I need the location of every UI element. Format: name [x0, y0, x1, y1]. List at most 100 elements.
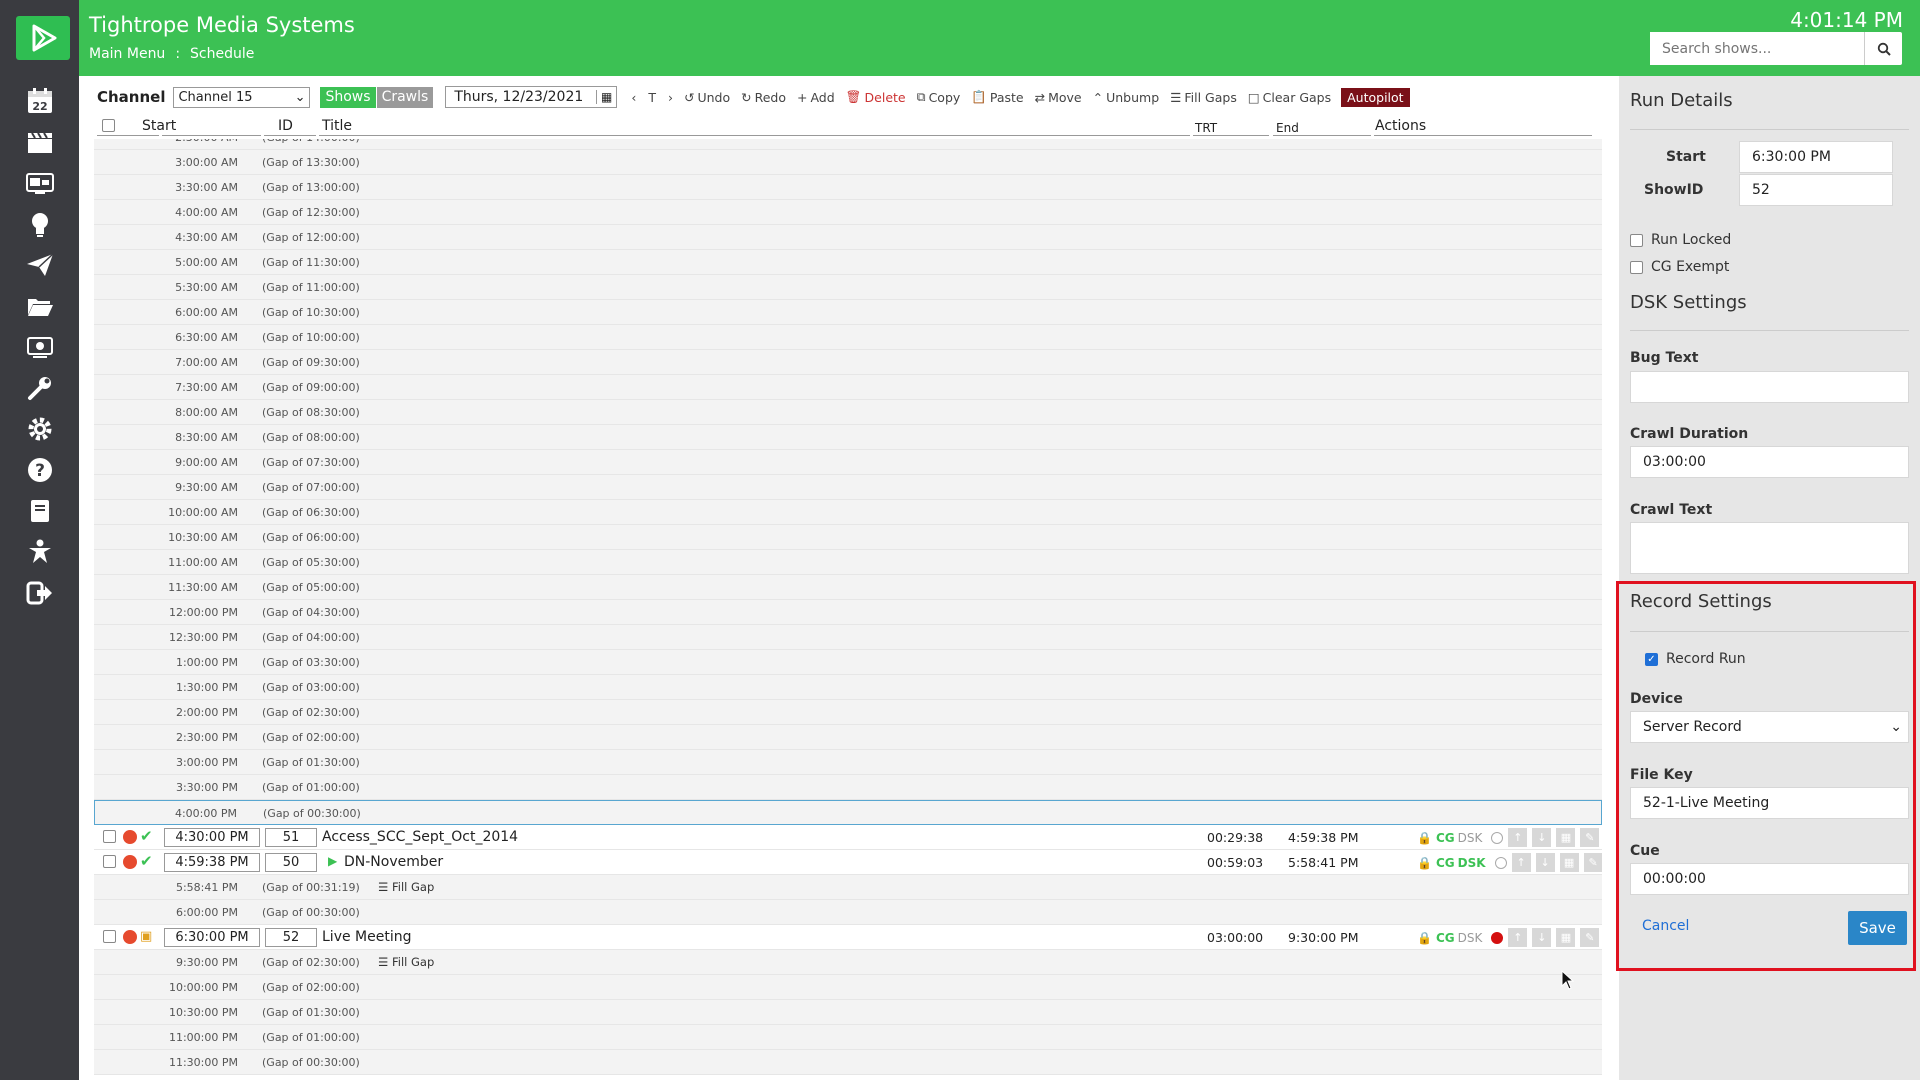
select-all-checkbox[interactable]	[102, 119, 115, 132]
fill-gaps-button[interactable]: ☰ Fill Gaps	[1170, 90, 1237, 105]
gap-row[interactable]: 9:00:00 AM (Gap of 07:30:00)	[94, 450, 1602, 475]
lock-icon[interactable]: 🔒	[1417, 931, 1432, 945]
wrench-icon[interactable]	[0, 367, 79, 408]
shows-toggle[interactable]: Shows	[320, 86, 376, 108]
gap-row[interactable]: 3:30:00 AM (Gap of 13:00:00)	[94, 175, 1602, 200]
gap-row[interactable]: 10:00:00 PM (Gap of 02:00:00)	[94, 975, 1602, 1000]
gap-row[interactable]: 11:00:00 PM (Gap of 01:00:00)	[94, 1025, 1602, 1050]
record-dot-icon[interactable]	[123, 930, 137, 944]
cg-exempt-checkbox[interactable]	[1630, 260, 1643, 274]
show-title[interactable]: DN-November	[344, 854, 443, 870]
show-start-input[interactable]: 4:59:38 PM	[164, 853, 260, 872]
cg-toggle[interactable]: CG	[1436, 831, 1455, 845]
breadcrumb-schedule[interactable]: Schedule	[190, 46, 254, 62]
gap-row[interactable]: 1:30:00 PM (Gap of 03:00:00)	[94, 675, 1602, 700]
cg-exempt-check[interactable]: CG Exempt	[1630, 259, 1729, 275]
gap-row[interactable]: 11:00:00 AM (Gap of 05:30:00)	[94, 550, 1602, 575]
monitor-play-icon[interactable]	[0, 326, 79, 367]
col-trt[interactable]: TRT	[1195, 121, 1217, 135]
run-locked-check[interactable]: Run Locked	[1630, 232, 1731, 248]
dsk-toggle[interactable]: DSK	[1458, 856, 1486, 870]
book-icon[interactable]	[0, 490, 79, 531]
col-end[interactable]: End	[1276, 121, 1299, 135]
copy-button[interactable]: ⧉ Copy	[917, 89, 961, 105]
paste-button[interactable]: 📋 Paste	[971, 89, 1023, 105]
gap-row[interactable]: 6:30:00 AM (Gap of 10:00:00)	[94, 325, 1602, 350]
delete-row-icon[interactable]: ▦	[1556, 928, 1576, 947]
fill-gap-button[interactable]: ☰ Fill Gap	[378, 880, 434, 894]
gap-row[interactable]: 2:30:00 PM (Gap of 02:00:00)	[94, 725, 1602, 750]
row-checkbox[interactable]	[103, 830, 116, 843]
delete-row-icon[interactable]: ▦	[1559, 853, 1579, 872]
gap-row[interactable]: 10:00:00 AM (Gap of 06:30:00)	[94, 500, 1602, 525]
file-key-input[interactable]: 52-1-Live Meeting	[1630, 787, 1909, 819]
gap-row[interactable]: 3:30:00 PM (Gap of 01:00:00)	[94, 775, 1602, 800]
move-button[interactable]: ⇄ Move	[1035, 90, 1082, 105]
dsk-toggle[interactable]: DSK	[1458, 831, 1483, 845]
lock-icon[interactable]: 🔒	[1417, 856, 1432, 870]
gap-row[interactable]: 8:00:00 AM (Gap of 08:30:00)	[94, 400, 1602, 425]
bulb-icon[interactable]	[0, 203, 79, 244]
gap-row[interactable]: 12:30:00 PM (Gap of 04:00:00)	[94, 625, 1602, 650]
gap-row[interactable]: 2:00:00 PM (Gap of 02:30:00)	[94, 700, 1602, 725]
row-checkbox[interactable]	[103, 855, 116, 868]
move-up-icon[interactable]: ↑	[1508, 828, 1528, 847]
record-toggle-icon[interactable]	[1491, 931, 1504, 944]
gap-row[interactable]: 10:30:00 AM (Gap of 06:00:00)	[94, 525, 1602, 550]
search-button[interactable]	[1864, 32, 1902, 65]
show-id-input[interactable]: 52	[265, 928, 317, 947]
gap-row[interactable]: 2:30:00 AM (Gap of 14:00:00)	[94, 139, 1602, 150]
fill-gap-button[interactable]: ☰ Fill Gap	[378, 955, 434, 969]
gap-row[interactable]: 10:30:00 PM (Gap of 01:30:00)	[94, 1000, 1602, 1025]
record-dot-icon[interactable]	[123, 830, 137, 844]
col-id[interactable]: ID	[278, 118, 293, 134]
gap-row[interactable]: 4:00:00 PM (Gap of 00:30:00)	[94, 800, 1602, 825]
gap-row[interactable]: 12:00:00 PM (Gap of 04:30:00)	[94, 600, 1602, 625]
gap-row[interactable]: 11:30:00 AM (Gap of 05:00:00)	[94, 575, 1602, 600]
show-row[interactable]: ▣ 6:30:00 PM 52 Live Meeting 03:00:00 9:…	[94, 925, 1602, 950]
gap-row[interactable]: 6:00:00 AM (Gap of 10:30:00)	[94, 300, 1602, 325]
col-title[interactable]: Title	[322, 118, 352, 134]
move-up-icon[interactable]: ↑	[1511, 853, 1531, 872]
device-select[interactable]: Server Record ⌄	[1630, 711, 1909, 743]
row-checkbox[interactable]	[103, 930, 116, 943]
logout-icon[interactable]	[0, 572, 79, 613]
show-row[interactable]: ✔ 4:59:38 PM 50 ▶ DN-November 00:59:03 5…	[94, 850, 1602, 875]
move-down-icon[interactable]: ↓	[1532, 828, 1552, 847]
folder-icon[interactable]	[0, 285, 79, 326]
dsk-toggle[interactable]: DSK	[1458, 931, 1483, 945]
show-title[interactable]: Access_SCC_Sept_Oct_2014	[322, 829, 518, 845]
gap-row[interactable]: 3:00:00 AM (Gap of 13:30:00)	[94, 150, 1602, 175]
help-icon[interactable]: ?	[0, 449, 79, 490]
move-down-icon[interactable]: ↓	[1535, 853, 1555, 872]
save-button[interactable]: Save	[1848, 911, 1907, 945]
calendar-small-icon[interactable]: ▦	[595, 90, 616, 104]
lock-icon[interactable]: 🔒	[1417, 831, 1432, 845]
cancel-button[interactable]: Cancel	[1642, 918, 1689, 934]
show-id-input[interactable]: 50	[265, 853, 317, 872]
show-id-input[interactable]: 51	[265, 828, 317, 847]
gap-row[interactable]: 4:00:00 AM (Gap of 12:30:00)	[94, 200, 1602, 225]
gap-row[interactable]: 4:30:00 AM (Gap of 12:00:00)	[94, 225, 1602, 250]
crawls-toggle[interactable]: Crawls	[376, 86, 434, 108]
record-run-check[interactable]: ✓ Record Run	[1645, 651, 1746, 667]
col-start[interactable]: Start	[142, 118, 176, 134]
add-button[interactable]: + Add	[797, 90, 835, 105]
show-start-input[interactable]: 6:30:00 PM	[164, 928, 260, 947]
gear-icon[interactable]	[0, 408, 79, 449]
undo-button[interactable]: ↺ Undo	[684, 90, 730, 105]
clapper-icon[interactable]	[0, 121, 79, 162]
crawl-text-area[interactable]	[1630, 522, 1909, 574]
gap-row[interactable]: 9:30:00 PM (Gap of 02:30:00) ☰ Fill Gap	[94, 950, 1602, 975]
search-input[interactable]	[1650, 32, 1864, 65]
redo-button[interactable]: ↻ Redo	[741, 90, 786, 105]
gap-row[interactable]: 8:30:00 AM (Gap of 08:00:00)	[94, 425, 1602, 450]
gap-row[interactable]: 5:30:00 AM (Gap of 11:00:00)	[94, 275, 1602, 300]
cue-input[interactable]: 00:00:00	[1630, 863, 1909, 895]
show-row[interactable]: ✔ 4:30:00 PM 51 Access_SCC_Sept_Oct_2014…	[94, 825, 1602, 850]
run-locked-checkbox[interactable]	[1630, 233, 1643, 247]
show-title[interactable]: Live Meeting	[322, 929, 411, 945]
gap-row[interactable]: 11:30:00 PM (Gap of 00:30:00)	[94, 1050, 1602, 1075]
cg-toggle[interactable]: CG	[1436, 931, 1455, 945]
unbump-button[interactable]: ⌃ Unbump	[1093, 90, 1160, 105]
